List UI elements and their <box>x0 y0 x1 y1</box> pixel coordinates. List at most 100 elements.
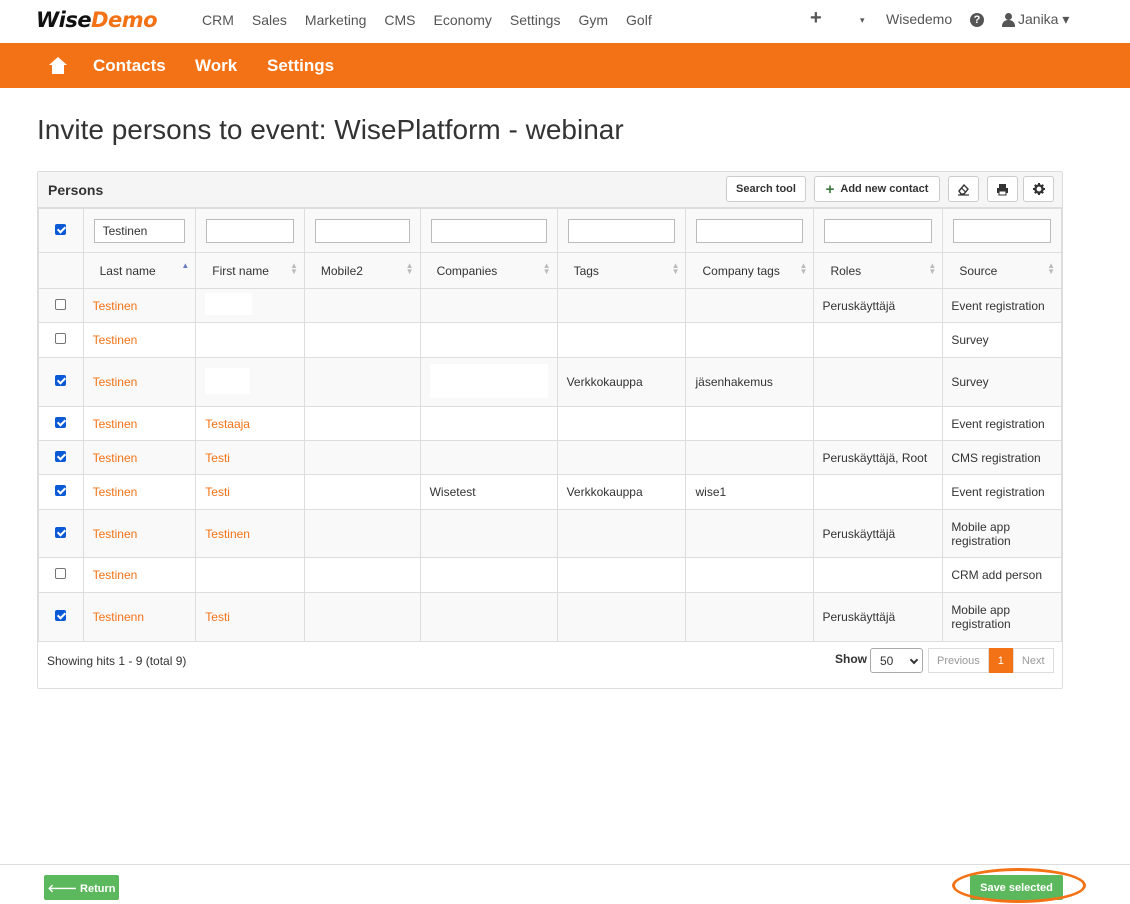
cell-roles <box>813 357 944 407</box>
column-header-tags[interactable]: Tags ▲ ▼ <box>556 252 687 289</box>
table-settings-button[interactable] <box>1023 176 1054 202</box>
next-page-button[interactable]: Next <box>1012 648 1054 673</box>
row-checkbox[interactable] <box>55 333 67 344</box>
last-name-link[interactable]: Testinen <box>93 375 138 389</box>
add-new-contact-button[interactable]: + Add new contact <box>814 176 940 202</box>
cell-last: Testinen <box>82 322 197 358</box>
cell-first <box>195 288 305 323</box>
table-row: Testinen Peruskäyttäjä Event registration <box>38 288 1062 323</box>
filter-source[interactable] <box>953 218 1051 243</box>
cell-source: CRM add person <box>942 557 1062 593</box>
cell-text: CRM add person <box>951 568 1043 582</box>
subnav-settings[interactable]: Settings <box>267 56 334 76</box>
subnav-work[interactable]: Work <box>195 56 237 76</box>
page-size-select[interactable]: 50 <box>870 648 923 673</box>
search-tool-button[interactable]: Search tool <box>726 176 806 202</box>
table-row: Testinen Verkkokauppa jäsenhakemus Survey <box>38 357 1062 407</box>
caret-down-icon[interactable]: ▾ <box>860 15 865 26</box>
menu-item-cms[interactable]: CMS <box>384 12 415 28</box>
first-name-link[interactable]: Testi <box>205 451 230 465</box>
cell-mobile2 <box>303 288 421 323</box>
column-header-companies[interactable]: Companies ▲ ▼ <box>419 252 558 289</box>
first-name-link[interactable]: Testi <box>205 485 230 499</box>
first-name-link[interactable]: Testi <box>205 610 230 624</box>
brand-logo[interactable]: WiseDemo <box>36 8 158 32</box>
header-row: Last name ▲ First name ▲ ▼ Mobile2 ▲ ▼ Compan… <box>38 252 1062 289</box>
eraser-icon <box>958 183 969 196</box>
cell-text: wise1 <box>695 485 727 499</box>
sort-icon: ▲ ▼ <box>289 261 298 276</box>
last-name-link[interactable]: Testinen <box>93 568 138 582</box>
last-name-link[interactable]: Testinen <box>93 417 138 431</box>
menu-item-sales[interactable]: Sales <box>252 12 287 28</box>
previous-page-button[interactable]: Previous <box>928 648 989 673</box>
cell-company-tags <box>685 288 815 323</box>
last-name-link[interactable]: Testinenn <box>93 610 144 624</box>
clear-filters-button[interactable] <box>948 176 979 202</box>
cell-roles <box>813 406 944 441</box>
row-checkbox[interactable] <box>55 375 67 386</box>
first-name-link[interactable]: Testaaja <box>205 417 250 431</box>
last-name-link[interactable]: Testinen <box>93 333 138 347</box>
menu-item-settings[interactable]: Settings <box>510 12 561 28</box>
user-menu[interactable]: Janika ▾ <box>1002 11 1069 28</box>
cell-last: Testinen <box>82 357 197 407</box>
page-1-button[interactable]: 1 <box>988 648 1013 673</box>
row-checkbox[interactable] <box>55 526 67 538</box>
row-checkbox[interactable] <box>55 610 67 621</box>
filter-first-name[interactable] <box>206 218 294 243</box>
plus-icon[interactable]: + <box>810 7 822 30</box>
cell-text: CMS registration <box>951 450 1041 465</box>
column-header-mobile2[interactable]: Mobile2 ▲ ▼ <box>303 252 421 289</box>
last-name-link[interactable]: Testinen <box>93 485 138 499</box>
column-header-last-name[interactable]: Last name ▲ <box>82 252 197 289</box>
cell-first <box>195 322 305 358</box>
last-name-link[interactable]: Testinen <box>93 527 138 541</box>
cell-tags <box>556 592 687 642</box>
help-icon[interactable]: ? <box>970 13 984 27</box>
column-header-company-tags[interactable]: Company tags ▲ ▼ <box>685 252 815 289</box>
subnav-contacts[interactable]: Contacts <box>93 56 166 76</box>
filter-mobile2[interactable] <box>314 218 410 243</box>
menu-item-gym[interactable]: Gym <box>578 12 608 28</box>
menu-item-crm[interactable]: CRM <box>202 12 234 28</box>
filter-roles[interactable] <box>824 218 933 243</box>
sub-navbar: Contacts Work Settings <box>0 43 1130 88</box>
print-button[interactable] <box>987 176 1018 202</box>
select-all-checkbox[interactable] <box>55 223 67 235</box>
first-name-link[interactable]: Testinen <box>205 527 250 541</box>
last-name-link[interactable]: Testinen <box>93 451 138 465</box>
row-checkbox[interactable] <box>55 568 67 579</box>
menu-item-golf[interactable]: Golf <box>626 12 652 28</box>
table-row: Testinen CRM add person <box>38 557 1062 593</box>
column-header-first-name[interactable]: First name ▲ ▼ <box>195 252 305 289</box>
row-checkbox[interactable] <box>55 416 67 428</box>
return-button[interactable]: 🡐 Return <box>44 875 119 900</box>
cell-mobile2 <box>303 406 421 441</box>
column-header-source[interactable]: Source ▲ ▼ <box>942 252 1062 289</box>
filter-tags[interactable] <box>567 218 676 243</box>
row-checkbox[interactable] <box>55 485 67 496</box>
cell-roles: Peruskäyttäjä, Root <box>813 440 944 475</box>
menu-item-marketing[interactable]: Marketing <box>305 12 366 28</box>
filter-company-tags[interactable] <box>696 218 804 243</box>
cell-last: Testinen <box>82 509 197 558</box>
cell-tags: Verkkokauppa <box>556 357 687 407</box>
company-switcher[interactable]: Wisedemo <box>886 11 952 27</box>
cell-text: Event registration <box>951 298 1045 313</box>
cell-first: Testi <box>195 474 305 510</box>
column-header-roles[interactable]: Roles ▲ ▼ <box>813 252 944 289</box>
cell-roles: Peruskäyttäjä <box>813 509 944 558</box>
print-icon <box>997 183 1008 195</box>
filter-companies[interactable] <box>430 218 547 243</box>
row-checkbox[interactable] <box>55 450 67 462</box>
menu-item-economy[interactable]: Economy <box>434 12 492 28</box>
cell-mobile2 <box>303 474 421 510</box>
row-checkbox[interactable] <box>55 298 67 310</box>
cell-company-tags: jäsenhakemus <box>685 357 815 407</box>
home-icon[interactable] <box>49 57 67 74</box>
highlight-ellipse <box>952 868 1086 903</box>
last-name-link[interactable]: Testinen <box>93 299 138 313</box>
table-row: Testinenn Testi Peruskäyttäjä Mobile app re… <box>38 592 1062 642</box>
filter-last-name[interactable] <box>93 218 186 243</box>
